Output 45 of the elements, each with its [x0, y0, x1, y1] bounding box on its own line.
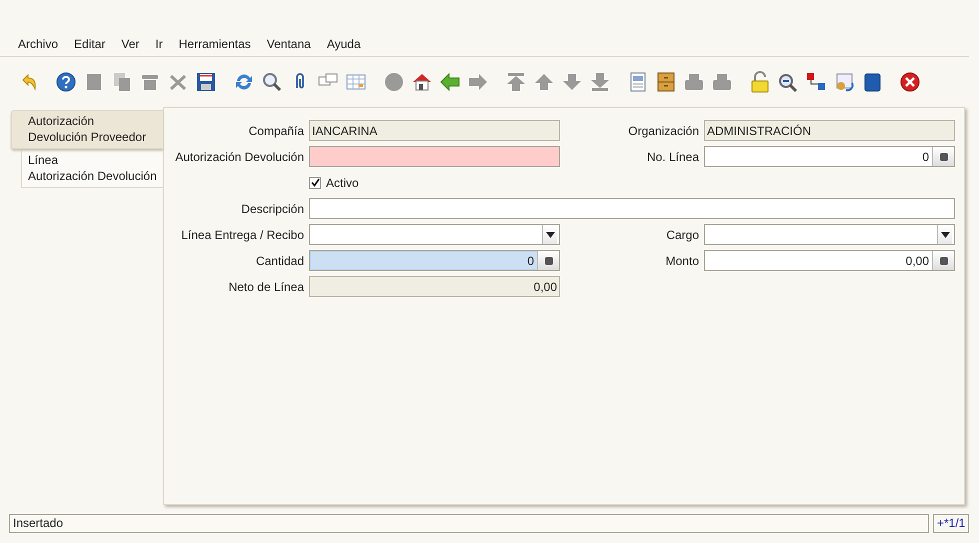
field-label: Descripción — [240, 200, 304, 218]
record-indicator[interactable]: +*1/1 — [933, 514, 970, 533]
dropdown-field[interactable] — [309, 224, 560, 245]
calculator-button[interactable] — [537, 251, 559, 270]
calculator-icon — [938, 256, 948, 266]
input-field[interactable]: 0,00 — [704, 250, 955, 271]
calculator-button[interactable] — [932, 251, 954, 270]
calculator-button[interactable] — [932, 147, 954, 166]
input-field: IANCARINA — [309, 120, 560, 141]
field-label: Cantidad — [254, 252, 304, 270]
calculator-icon — [938, 152, 948, 162]
calculator-icon — [544, 256, 554, 266]
dropdown-button[interactable] — [542, 225, 557, 244]
field-label: No. Línea — [646, 148, 699, 166]
input-field: ADMINISTRACIÓN — [704, 120, 955, 141]
checkbox-label: Activo — [326, 174, 359, 192]
menu-item[interactable]: Ir — [155, 36, 163, 56]
input-field[interactable] — [309, 146, 560, 167]
input-field: 0,00 — [309, 276, 560, 297]
status-message: Insertado — [9, 514, 929, 533]
input-field[interactable] — [309, 198, 955, 219]
field-label: Neto de Línea — [228, 278, 304, 296]
field-label: Cargo — [665, 226, 699, 244]
field-label: Organización — [627, 122, 699, 140]
close-icon[interactable] — [898, 70, 922, 94]
dropdown-button[interactable] — [937, 225, 952, 244]
caret-icon — [940, 232, 950, 238]
menu-item[interactable]: Ventana — [266, 36, 311, 56]
caret-icon — [546, 232, 554, 238]
field-label: Monto — [664, 252, 699, 270]
field-label: Autorización Devolución — [174, 148, 304, 166]
menu-item[interactable]: Archivo — [18, 36, 58, 56]
help-icon[interactable] — [54, 70, 78, 94]
menu-item[interactable]: Ver — [121, 36, 140, 56]
field-label: Línea Entrega / Recibo — [180, 226, 304, 244]
dropdown-field[interactable] — [704, 224, 955, 245]
menu-item[interactable]: Editar — [74, 36, 106, 56]
field-label: Compañía — [248, 122, 304, 140]
menu-item[interactable]: Herramientas — [178, 36, 251, 56]
input-field[interactable]: 0 — [704, 146, 955, 167]
tab[interactable]: Línea Autorización Devolución — [21, 149, 163, 188]
tab[interactable]: Autorización Devolución Proveedor — [11, 110, 163, 149]
checkbox[interactable] — [309, 176, 321, 188]
menu-item[interactable]: Ayuda — [326, 36, 361, 56]
input-field[interactable]: 0 — [309, 250, 560, 271]
